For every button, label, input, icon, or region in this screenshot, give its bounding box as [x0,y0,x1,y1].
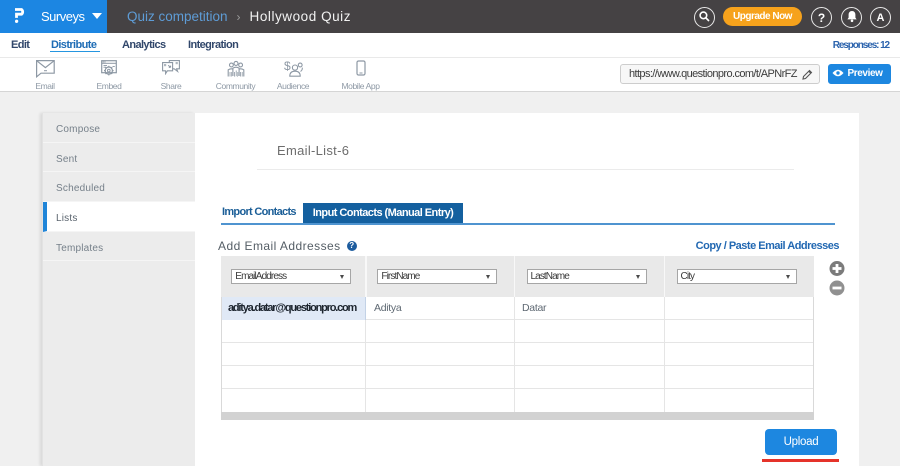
svg-text:$: $ [284,60,291,73]
